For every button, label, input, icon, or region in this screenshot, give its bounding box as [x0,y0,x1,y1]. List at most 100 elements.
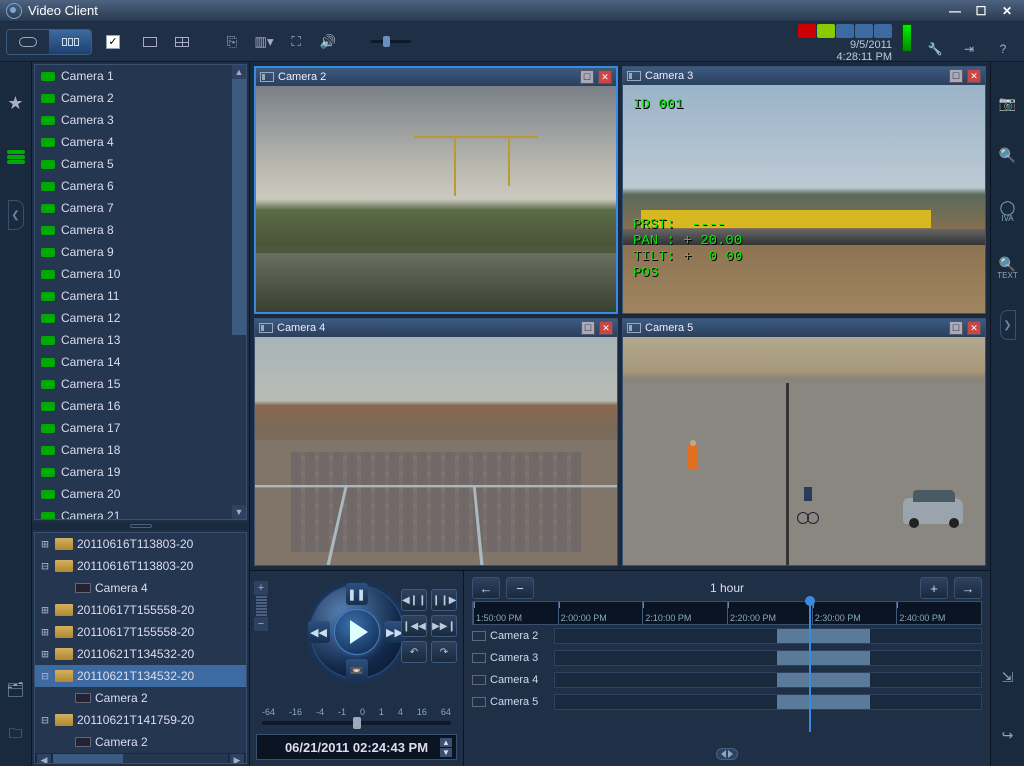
devices-icon[interactable] [5,146,27,168]
zoom-in-button[interactable]: + [254,581,268,595]
bookmark-icon[interactable]: ⇲ [997,666,1019,688]
recording-folder[interactable]: ⊞20110617T155558-20 [35,621,246,643]
pause-button[interactable]: ❚❚ [346,583,368,605]
recording-folder[interactable]: ⊞20110617T155558-20 [35,599,246,621]
scroll-up-button[interactable]: ▲ [232,65,246,79]
camera-list-item[interactable]: Camera 14 [35,351,232,373]
video-pane[interactable]: Camera 4☐✕ [254,318,618,566]
export-icon[interactable]: ↪ [997,724,1019,746]
speed-slider[interactable] [262,721,451,725]
timeline-track[interactable] [554,672,982,688]
snapshot-folder-icon[interactable]: 🗀 [5,724,27,746]
panel-divider[interactable] [32,522,249,530]
pane-maximize-button[interactable]: ☐ [580,70,594,84]
recording-folder[interactable]: ⊞20110616T113803-20 [35,533,246,555]
camera-list-item[interactable]: Camera 8 [35,219,232,241]
live-mode-button[interactable] [7,30,49,54]
tree-hscrollbar[interactable]: ◀ ▶ [35,753,246,764]
camera-list-item[interactable]: Camera 4 [35,131,232,153]
expand-right-handle[interactable]: ❯ [1000,310,1016,340]
volume-slider[interactable] [366,30,416,54]
jog-wheel[interactable]: ❚❚ ◀◀ ▶▶ 📼 [310,585,404,679]
help-icon[interactable]: ? [994,40,1012,58]
timeline-next-button[interactable]: → [954,577,982,599]
camera-list-scrollbar[interactable]: ▲ ▼ [232,65,246,519]
camera-list-item[interactable]: Camera 10 [35,263,232,285]
camera-list-item[interactable]: Camera 11 [35,285,232,307]
settings-icon[interactable]: 🔧 [926,40,944,58]
recording-camera[interactable]: Camera 2 [35,731,246,753]
pane-close-button[interactable]: ✕ [598,70,612,84]
recording-folder[interactable]: ⊟20110621T141759-20 [35,709,246,731]
timeline-clip[interactable] [777,673,871,687]
recording-camera[interactable]: Camera 2 [35,687,246,709]
layout-menu-button[interactable]: ▥▾ [252,30,276,54]
tree-toggle[interactable]: ⊟ [39,713,51,727]
minimize-button[interactable]: — [944,3,966,19]
timestamp-up[interactable]: ▲ [440,738,452,747]
layout-single-button[interactable] [138,30,162,54]
video-pane[interactable]: Camera 5☐✕ [622,318,986,566]
favorites-icon[interactable] [5,92,27,114]
tree-toggle[interactable]: ⊟ [39,559,51,573]
tree-toggle[interactable]: ⊟ [39,669,51,683]
stop-button[interactable]: 📼 [346,659,368,681]
timeline-track[interactable] [554,650,982,666]
pane-close-button[interactable]: ✕ [967,321,981,335]
playback-mode-button[interactable] [49,30,91,54]
camera-list-item[interactable]: Camera 21 [35,505,232,520]
snapshot-icon[interactable]: 📷 [997,92,1019,114]
timestamp-down[interactable]: ▼ [440,748,452,757]
tree-toggle[interactable]: ⊞ [39,625,51,639]
camera-list-item[interactable]: Camera 3 [35,109,232,131]
camera-list-item[interactable]: Camera 18 [35,439,232,461]
camera-list-item[interactable]: Camera 20 [35,483,232,505]
fullscreen-button[interactable]: ⛶ [284,30,308,54]
zoom-out-button[interactable]: − [254,617,268,631]
pane-close-button[interactable]: ✕ [967,69,981,83]
sync-checkbox[interactable] [106,35,120,49]
audio-button[interactable]: 🔊 [316,30,340,54]
timeline-zoomin-button[interactable]: + [920,577,948,599]
tree-toggle[interactable]: ⊞ [39,647,51,661]
hscroll-right[interactable]: ▶ [230,754,244,764]
camera-list-item[interactable]: Camera 9 [35,241,232,263]
camera-list-item[interactable]: Camera 15 [35,373,232,395]
video-pane[interactable]: Camera 3☐✕ID 001PRST: ---- PAN : + 20.00… [622,66,986,314]
close-button[interactable]: ✕ [996,3,1018,19]
tree-toggle[interactable]: ⊞ [39,603,51,617]
timeline-playhead[interactable] [809,601,811,732]
play-button[interactable] [334,609,380,655]
camera-list-item[interactable]: Camera 1 [35,65,232,87]
logout-icon[interactable]: ⇥ [960,40,978,58]
camera-list-item[interactable]: Camera 19 [35,461,232,483]
recording-folder[interactable]: ⊟20110621T134532-20 [35,665,246,687]
timeline-clip[interactable] [777,651,871,665]
video-pane[interactable]: Camera 2☐✕ [254,66,618,314]
recording-folder[interactable]: ⊞20110621T134532-20 [35,643,246,665]
hscroll-left[interactable]: ◀ [37,754,51,764]
pane-maximize-button[interactable]: ☐ [949,321,963,335]
pane-maximize-button[interactable]: ☐ [581,321,595,335]
recording-folder[interactable]: ⊟20110616T113803-20 [35,555,246,577]
timeline-trim-handle[interactable] [468,748,986,762]
timeline-track[interactable] [554,628,982,644]
search-motion-icon[interactable]: 🔍 [997,144,1019,166]
camera-list-item[interactable]: Camera 13 [35,329,232,351]
timeline-ruler[interactable]: 1:50:00 PM2:00:00 PM2:10:00 PM2:20:00 PM… [472,601,982,625]
camera-list-item[interactable]: Camera 6 [35,175,232,197]
layout-quad-button[interactable] [170,30,194,54]
redo-button[interactable]: ↷ [431,641,457,663]
step-fwd-button[interactable]: ❙❙▶ [431,589,457,611]
export-folder-icon[interactable]: 🗂 [5,678,27,700]
zoom-stepper[interactable]: + − [254,581,268,631]
camera-list-item[interactable]: Camera 16 [35,395,232,417]
step-back-button[interactable]: ◀❙❙ [401,589,427,611]
camera-list-item[interactable]: Camera 5 [35,153,232,175]
pane-close-button[interactable]: ✕ [599,321,613,335]
timeline-clip[interactable] [777,629,871,643]
camera-list-item[interactable]: Camera 2 [35,87,232,109]
expand-left-handle[interactable]: ❮ [8,200,24,230]
sequence-button[interactable]: ⎘ [220,30,244,54]
timeline-zoomout-button[interactable]: − [506,577,534,599]
